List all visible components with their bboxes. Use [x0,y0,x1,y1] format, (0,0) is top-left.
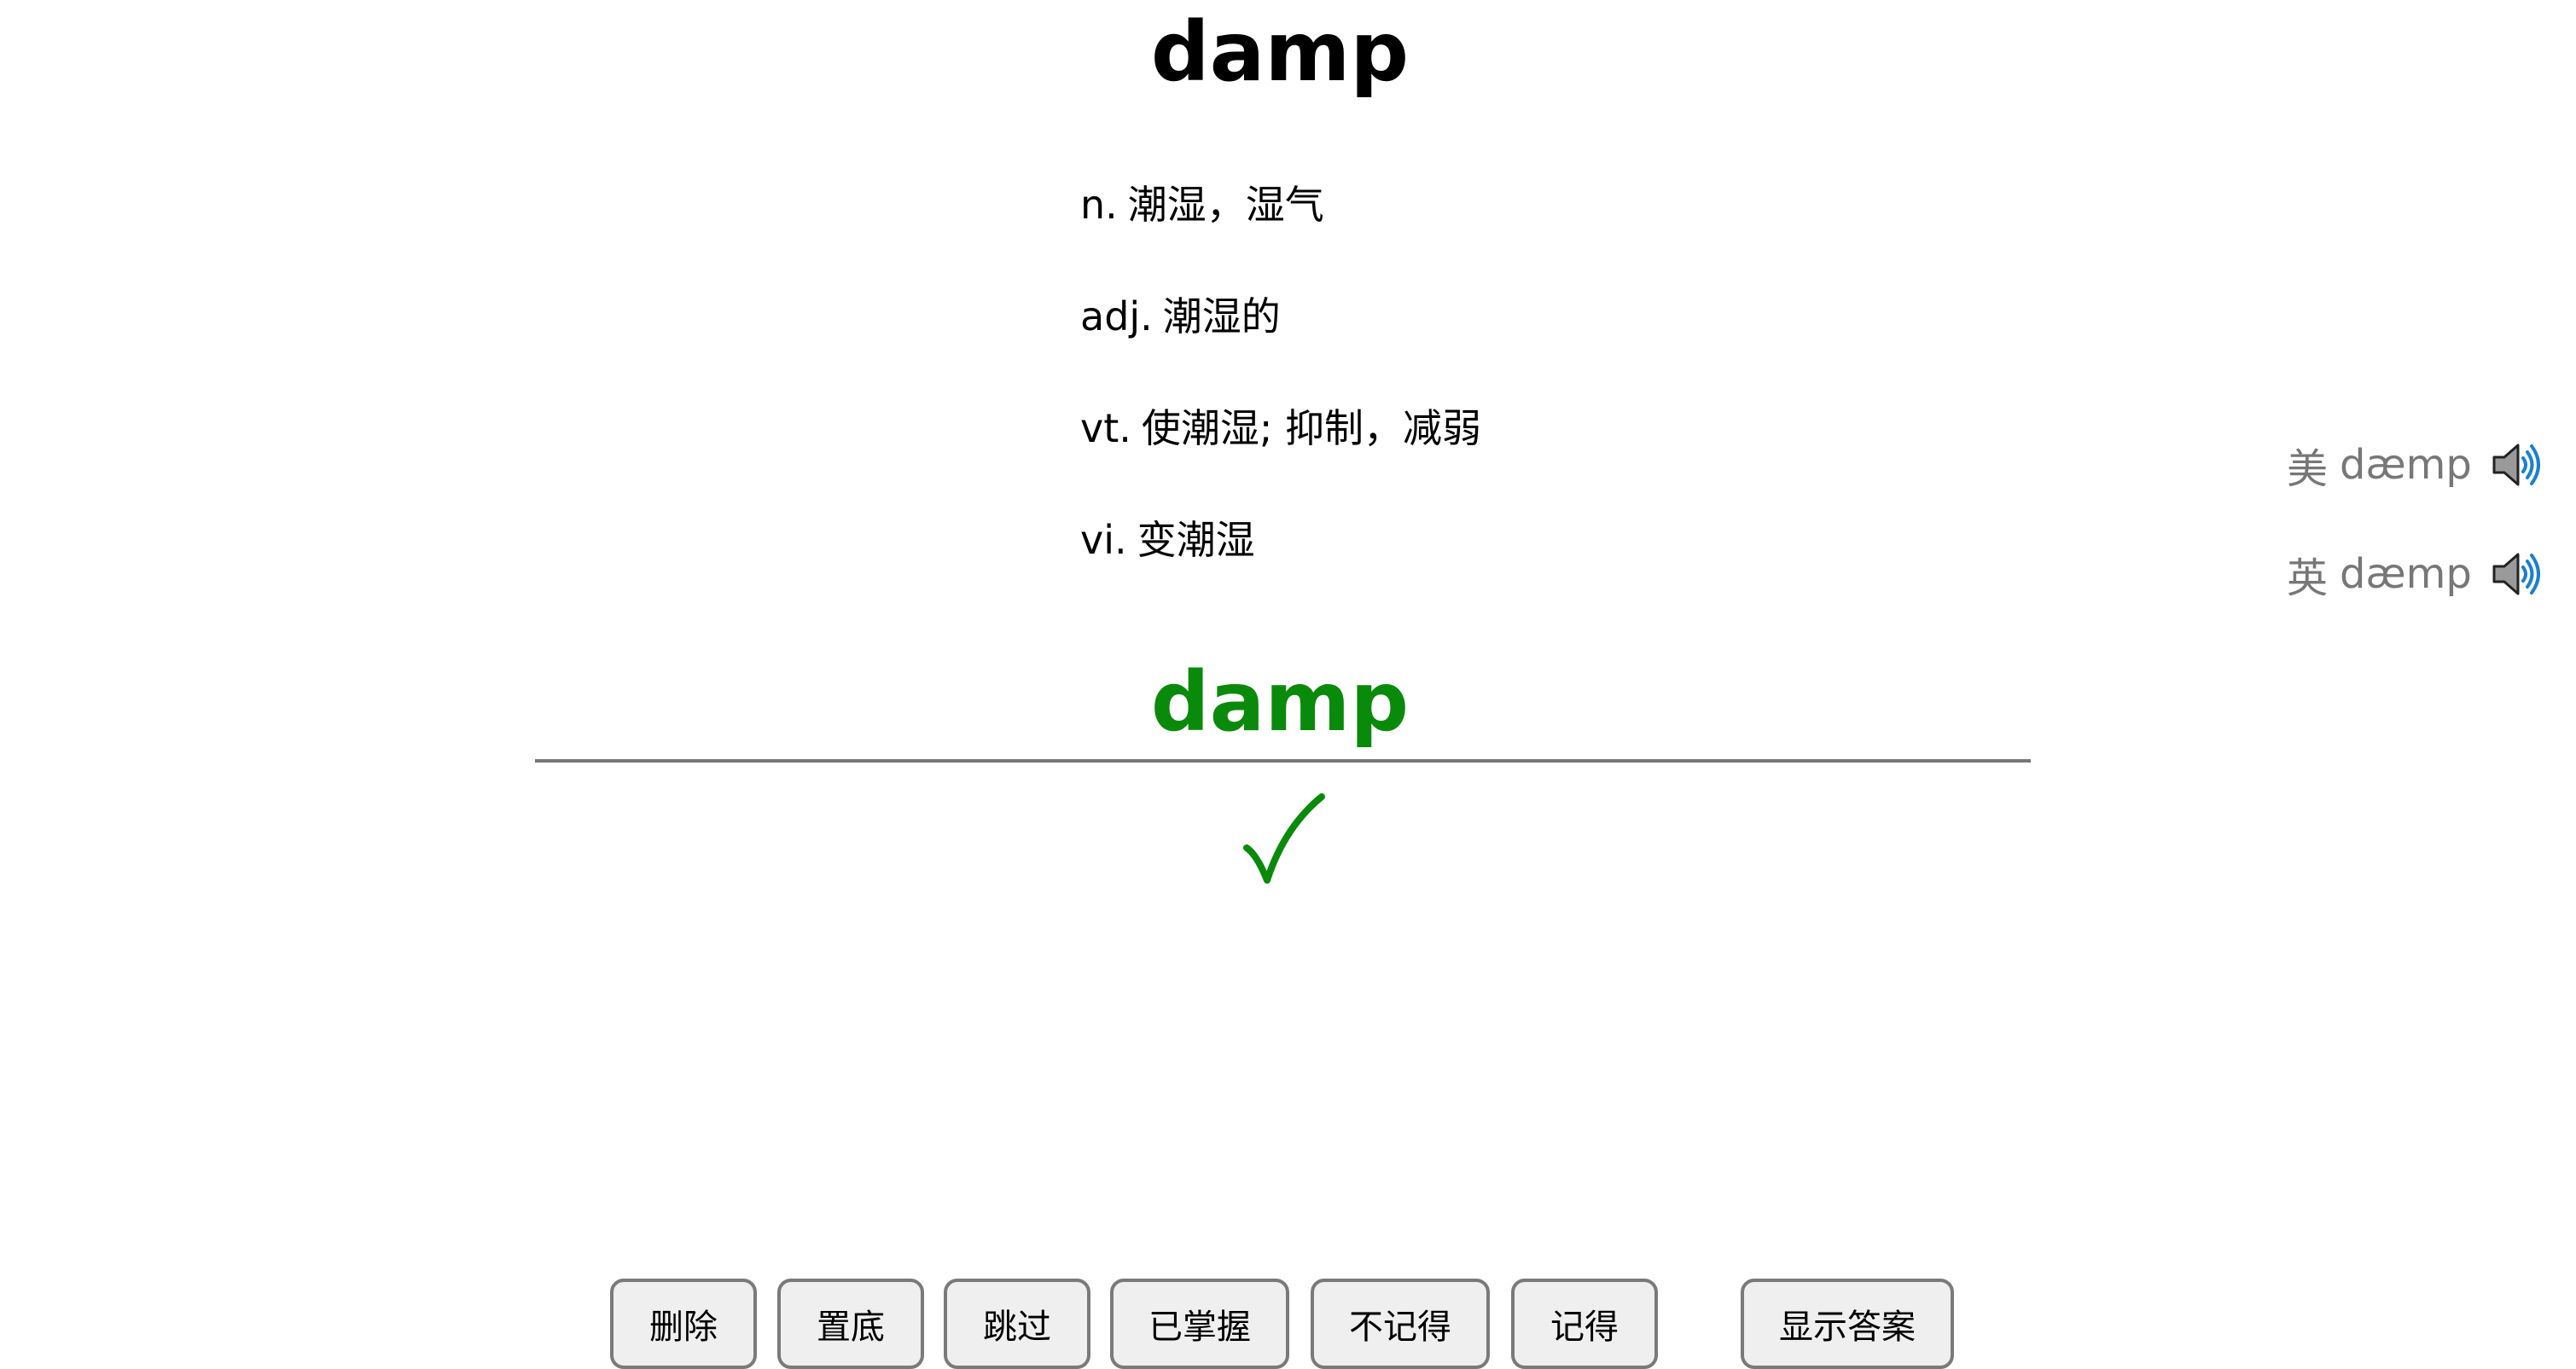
delete-button[interactable]: 删除 [610,1279,757,1369]
definition-item: n. 潮湿，湿气 [1080,179,1481,230]
definition-list: n. 潮湿，湿气 adj. 潮湿的 vt. 使潮湿; 抑制，减弱 vi. 变潮湿 [1080,179,1481,626]
definition-item: vi. 变潮湿 [1080,514,1481,566]
definition-text: 潮湿，湿气 [1127,182,1324,228]
part-of-speech: n. [1080,182,1118,228]
part-of-speech: adj. [1080,293,1153,339]
word-title: damp [1150,4,1410,100]
move-to-bottom-button[interactable]: 置底 [777,1279,924,1369]
skip-button[interactable]: 跳过 [944,1279,1090,1369]
part-of-speech: vi. [1080,517,1127,563]
speaker-icon[interactable] [2489,548,2542,600]
speaker-icon[interactable] [2489,438,2542,491]
definition-text: 变潮湿 [1137,517,1255,563]
phonetic-uk: 英 dæmp [2287,544,2542,604]
mastered-button[interactable]: 已掌握 [1110,1279,1289,1369]
phonetic-region-label: 美 [2287,445,2329,493]
part-of-speech: vt. [1080,405,1131,451]
remember-button[interactable]: 记得 [1511,1279,1658,1369]
definition-item: adj. 潮湿的 [1080,291,1481,342]
definition-text: 潮湿的 [1162,293,1281,339]
definition-item: vt. 使潮湿; 抑制，减弱 [1080,403,1481,454]
check-icon [1243,793,1325,884]
phonetic-region-label: 英 [2287,554,2329,602]
phonetics-panel: 美 dæmp 英 dæmp [2287,435,2542,653]
show-answer-button[interactable]: 显示答案 [1741,1279,1954,1369]
forgot-button[interactable]: 不记得 [1311,1279,1490,1369]
definition-text: 使潮湿; 抑制，减弱 [1141,405,1482,451]
phonetic-us: 美 dæmp [2287,435,2542,495]
phonetic-ipa: dæmp [2340,550,2472,598]
phonetic-ipa: dæmp [2340,441,2472,489]
answer-underline [535,759,2031,763]
answer-input-text[interactable]: damp [0,655,2560,749]
